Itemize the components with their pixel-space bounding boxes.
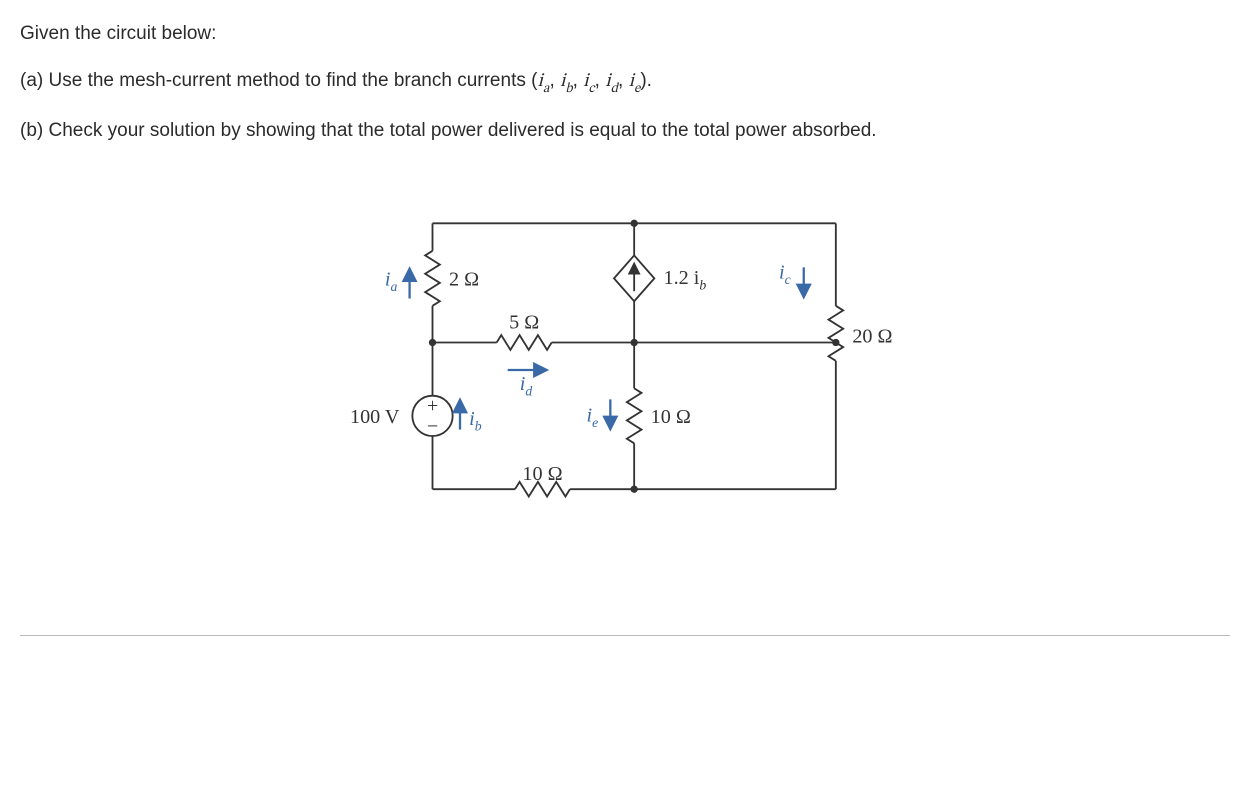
svg-text:100 V: 100 V — [350, 406, 400, 428]
svg-text:10 Ω: 10 Ω — [651, 406, 691, 428]
sym-ic: i — [583, 72, 588, 91]
sub-ic: c — [589, 83, 595, 96]
part-a-pre: (a) Use the mesh-current method to find … — [20, 70, 537, 91]
part-a-post: ). — [640, 70, 652, 91]
svg-text:1.2 ib: 1.2 ib — [664, 267, 707, 293]
svg-text:20 Ω: 20 Ω — [852, 326, 892, 348]
sub-ia: a — [543, 83, 550, 96]
svg-text:10 Ω: 10 Ω — [522, 463, 562, 485]
part-b-text: (b) Check your solution by showing that … — [20, 117, 1230, 146]
svg-text:ia: ia — [385, 269, 398, 295]
divider — [20, 635, 1230, 636]
svg-text:−: − — [427, 416, 438, 438]
sub-ie: e — [634, 83, 640, 96]
svg-text:ie: ie — [587, 405, 599, 431]
intro-text: Given the circuit below: — [20, 20, 1230, 49]
sym-id: i — [605, 72, 610, 91]
svg-text:5 Ω: 5 Ω — [509, 312, 539, 334]
circuit-diagram: + − ia 2 Ω 5 Ω id 100 V ib 1.2 ib ic 20 … — [20, 185, 1230, 555]
svg-text:ic: ic — [779, 262, 791, 288]
svg-text:id: id — [520, 373, 533, 399]
svg-text:+: + — [427, 395, 438, 417]
sub-ib: b — [565, 83, 572, 96]
sub-id: d — [611, 83, 618, 96]
svg-text:2 Ω: 2 Ω — [449, 269, 479, 291]
svg-text:ib: ib — [469, 408, 482, 434]
part-a-text: (a) Use the mesh-current method to find … — [20, 67, 1230, 99]
